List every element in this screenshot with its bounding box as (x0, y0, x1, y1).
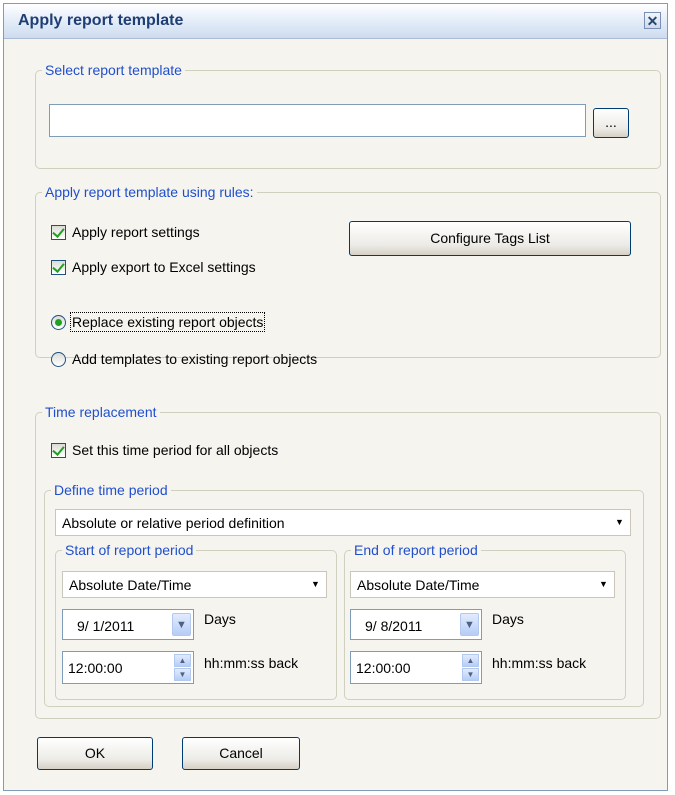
start-type-select[interactable]: Absolute Date/Time ▼ (62, 571, 327, 598)
start-period-legend: Start of report period (65, 542, 194, 558)
time-replacement-legend: Time replacement (45, 404, 157, 420)
start-date-value: 9/ 1/2011 (77, 618, 135, 634)
spin-down-icon[interactable]: ▼ (174, 668, 191, 681)
start-days-label: Days (204, 611, 236, 627)
end-period-legend: End of report period (354, 542, 478, 558)
template-path-input[interactable] (49, 104, 586, 137)
spin-down-icon[interactable]: ▼ (462, 668, 479, 681)
apply-excel-settings-checkbox[interactable]: Apply export to Excel settings (51, 259, 256, 275)
cancel-button[interactable]: Cancel (182, 737, 300, 770)
replace-objects-label: Replace existing report objects (69, 312, 266, 332)
select-template-legend: Select report template (45, 62, 182, 78)
start-date-picker[interactable]: 9/ 1/2011 ▼ (62, 609, 194, 640)
end-time-spinner[interactable]: 12:00:00 ▲ ▼ (350, 651, 482, 684)
browse-button[interactable]: ... (593, 108, 629, 138)
rules-legend: Apply report template using rules: (45, 184, 254, 200)
chevron-down-icon[interactable]: ▼ (307, 575, 324, 592)
calendar-dropdown-icon[interactable]: ▼ (172, 613, 191, 636)
apply-report-template-dialog: Apply report template ✕ Select report te… (3, 3, 668, 791)
checkbox-box[interactable] (51, 442, 66, 458)
check-mark-icon (52, 224, 65, 238)
radio-selected-dot-icon (55, 318, 62, 326)
chevron-down-icon[interactable]: ▼ (611, 513, 628, 530)
end-date-value: 9/ 8/2011 (365, 618, 423, 634)
spin-up-icon[interactable]: ▲ (174, 654, 191, 667)
check-mark-icon (52, 442, 65, 456)
period-definition-value: Absolute or relative period definition (62, 515, 285, 531)
end-type-value: Absolute Date/Time (357, 577, 480, 593)
apply-report-settings-checkbox[interactable]: Apply report settings (51, 224, 200, 240)
add-templates-radio[interactable]: Add templates to existing report objects (51, 351, 317, 367)
end-type-select[interactable]: Absolute Date/Time ▼ (350, 571, 615, 598)
end-time-unit-label: hh:mm:ss back (492, 655, 587, 671)
checkbox-box[interactable] (51, 259, 66, 275)
checkbox-box[interactable] (51, 224, 66, 240)
ok-button[interactable]: OK (37, 737, 153, 770)
end-date-picker[interactable]: 9/ 8/2011 ▼ (350, 609, 482, 640)
replace-objects-radio[interactable]: Replace existing report objects (51, 312, 266, 332)
define-time-period-legend: Define time period (54, 482, 168, 498)
start-time-spinner[interactable]: 12:00:00 ▲ ▼ (62, 651, 194, 684)
end-time-value: 12:00:00 (356, 660, 411, 676)
check-mark-icon (52, 259, 65, 273)
start-time-value: 12:00:00 (68, 660, 123, 676)
chevron-down-icon[interactable]: ▼ (595, 575, 612, 592)
radio-button[interactable] (51, 314, 66, 330)
end-days-label: Days (492, 611, 524, 627)
start-time-unit-label: hh:mm:ss back (204, 655, 299, 671)
close-icon[interactable]: ✕ (644, 12, 661, 29)
set-period-label: Set this time period for all objects (72, 442, 279, 458)
calendar-dropdown-icon[interactable]: ▼ (460, 613, 479, 636)
apply-excel-settings-label: Apply export to Excel settings (72, 259, 256, 275)
dialog-title: Apply report template (18, 12, 184, 29)
start-type-value: Absolute Date/Time (69, 577, 192, 593)
set-period-checkbox[interactable]: Set this time period for all objects (51, 442, 278, 458)
apply-report-settings-label: Apply report settings (72, 224, 200, 240)
period-definition-select[interactable]: Absolute or relative period definition ▼ (55, 509, 631, 536)
title-bar: Apply report template ✕ (4, 4, 667, 39)
add-templates-label: Add templates to existing report objects (72, 351, 318, 367)
configure-tags-list-button[interactable]: Configure Tags List (349, 221, 631, 256)
spin-up-icon[interactable]: ▲ (462, 654, 479, 667)
radio-button[interactable] (51, 351, 66, 367)
